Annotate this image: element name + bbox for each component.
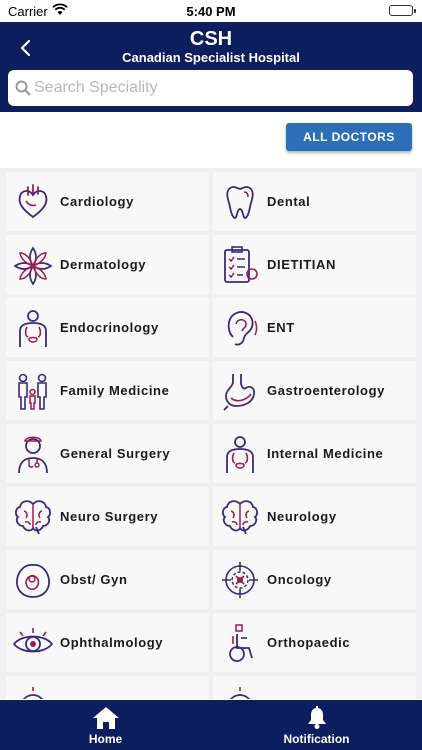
speciality-label: Endocrinology — [60, 320, 159, 335]
search-icon — [14, 79, 32, 102]
speciality-card[interactable]: Neuro Surgery — [6, 487, 209, 546]
nav-notification-label: Notification — [283, 732, 350, 746]
lotus-icon — [6, 235, 60, 294]
battery-icon — [389, 5, 416, 16]
speciality-card[interactable]: Obst/ Gyn — [6, 550, 209, 609]
speciality-grid: Cardiology Dental Dermatology DIETITIAN Endo… — [0, 168, 422, 699]
search-bar[interactable] — [8, 70, 413, 106]
speciality-card[interactable]: Internal Medicine — [213, 424, 416, 483]
brain-icon — [6, 487, 60, 546]
speciality-card[interactable] — [6, 676, 209, 699]
brain-icon — [213, 487, 267, 546]
clock: 5:40 PM — [186, 4, 236, 19]
speciality-card[interactable]: Ophthalmology — [6, 613, 209, 672]
speciality-label: Oncology — [267, 572, 332, 587]
partial-icon — [213, 676, 267, 699]
speciality-label: Obst/ Gyn — [60, 572, 128, 587]
speciality-card[interactable]: Gastroenterology — [213, 361, 416, 420]
speciality-label: General Surgery — [60, 446, 171, 461]
heart-icon — [6, 172, 60, 231]
diet-chart-icon — [213, 235, 267, 294]
speciality-label: Neurology — [267, 509, 337, 524]
speciality-card[interactable]: DIETITIAN — [213, 235, 416, 294]
stomach-icon — [213, 361, 267, 420]
speciality-card[interactable]: Neurology — [213, 487, 416, 546]
speciality-card[interactable]: General Surgery — [6, 424, 209, 483]
speciality-label: Gastroenterology — [267, 383, 385, 398]
speciality-label: Dermatology — [60, 257, 147, 272]
speciality-label: ENT — [267, 320, 295, 335]
speciality-label: Cardiology — [60, 194, 134, 209]
speciality-label: Dental — [267, 194, 311, 209]
all-doctors-button[interactable]: ALL DOCTORS — [286, 123, 412, 151]
nav-home[interactable]: Home — [0, 700, 211, 750]
speciality-card[interactable]: Dental — [213, 172, 416, 231]
speciality-card[interactable]: ENT — [213, 298, 416, 357]
speciality-card[interactable]: Cardiology — [6, 172, 209, 231]
speciality-card[interactable]: Oncology — [213, 550, 416, 609]
status-bar: Carrier 5:40 PM — [0, 0, 422, 22]
ear-icon — [213, 298, 267, 357]
bell-icon — [307, 706, 326, 729]
bottom-nav: Home Notification — [0, 700, 422, 750]
speciality-card[interactable]: Dermatology — [6, 235, 209, 294]
womb-icon — [6, 550, 60, 609]
body-organs-icon — [6, 298, 60, 357]
tooth-icon — [213, 172, 267, 231]
body-organs-icon — [213, 424, 267, 483]
speciality-label: Internal Medicine — [267, 446, 384, 461]
speciality-card[interactable]: Orthopaedic — [213, 613, 416, 672]
app-screen: Carrier 5:40 PM CSH Canadian Specialist … — [0, 0, 422, 750]
speciality-card[interactable]: Endocrinology — [6, 298, 209, 357]
eye-icon — [6, 613, 60, 672]
speciality-label: Orthopaedic — [267, 635, 351, 650]
speciality-card[interactable]: Family Medicine — [6, 361, 209, 420]
speciality-label: DIETITIAN — [267, 257, 336, 272]
family-icon — [6, 361, 60, 420]
speciality-label: Family Medicine — [60, 383, 170, 398]
cell-target-icon — [213, 550, 267, 609]
page-subtitle: Canadian Specialist Hospital — [122, 50, 300, 65]
partial-icon — [6, 676, 60, 699]
nav-home-label: Home — [88, 732, 123, 746]
nav-notification[interactable]: Notification — [211, 700, 422, 750]
page-title: CSH — [189, 28, 233, 50]
search-input[interactable] — [34, 70, 404, 106]
wheelchair-icon — [213, 613, 267, 672]
speciality-label: Ophthalmology — [60, 635, 164, 650]
home-icon — [92, 707, 119, 729]
speciality-label: Neuro Surgery — [60, 509, 159, 524]
speciality-card[interactable] — [213, 676, 416, 699]
doctor-icon — [6, 424, 60, 483]
app-header: CSH Canadian Specialist Hospital — [0, 22, 422, 112]
